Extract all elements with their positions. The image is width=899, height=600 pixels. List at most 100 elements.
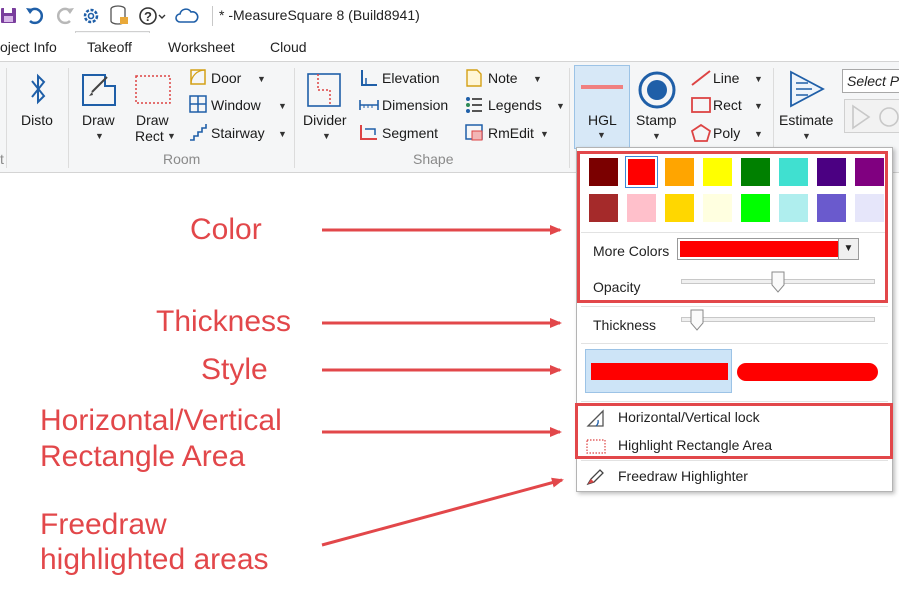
undo-icon[interactable]: [24, 3, 46, 27]
draw-rect-label-2[interactable]: Rect: [135, 128, 164, 144]
cloud-icon[interactable]: [174, 3, 200, 27]
panel-divider: [581, 460, 888, 461]
color-callout-box: [577, 151, 888, 303]
bluetooth-icon[interactable]: [26, 72, 50, 106]
stairway-icon[interactable]: [189, 123, 207, 141]
rmedit-button[interactable]: RmEdit: [488, 125, 534, 141]
panel-divider: [581, 401, 888, 402]
tab-cloud[interactable]: Cloud: [270, 39, 307, 55]
annotation-thickness: Thickness: [156, 305, 292, 338]
arrow-freedraw: [321, 477, 564, 547]
chevron-down-icon[interactable]: ▼: [322, 131, 331, 141]
highlighter-line-icon: [581, 85, 623, 89]
annotation-freedraw-line1: Freedraw: [40, 508, 167, 541]
window-title: * -MeasureSquare 8 (Build8941): [219, 7, 420, 23]
database-icon[interactable]: [108, 3, 130, 27]
window-icon[interactable]: [189, 95, 207, 113]
note-button[interactable]: Note: [488, 70, 518, 86]
annotation-hv-line1: Horizontal/Vertical: [40, 404, 282, 437]
draw-room-icon[interactable]: [80, 72, 118, 108]
legends-button[interactable]: Legends: [488, 97, 542, 113]
tab-project-info[interactable]: oject Info: [0, 39, 57, 55]
group-separator: [68, 68, 69, 168]
door-icon[interactable]: [189, 68, 207, 86]
chevron-down-icon[interactable]: ▼: [278, 101, 287, 111]
stamp-icon[interactable]: [637, 70, 677, 110]
window-button[interactable]: Window: [211, 97, 261, 113]
group-separator: [569, 68, 570, 168]
thickness-slider[interactable]: [681, 317, 875, 322]
rect-button[interactable]: Rect: [713, 97, 742, 113]
group-label-shape: Shape: [413, 151, 454, 167]
rmedit-icon[interactable]: [465, 123, 485, 141]
chevron-down-icon[interactable]: ▼: [95, 131, 104, 141]
segment-button[interactable]: Segment: [382, 125, 438, 141]
help-icon[interactable]: ?: [137, 3, 167, 27]
gear-icon[interactable]: [80, 3, 102, 27]
svg-text:?: ?: [144, 9, 152, 24]
note-icon[interactable]: [465, 69, 483, 87]
quick-access-toolbar: ? * -MeasureSquare 8 (Build8941): [0, 0, 899, 33]
select-dropdown-label: Select Pr: [847, 73, 899, 89]
group-separator: [6, 68, 7, 168]
freedraw-pen-icon: [586, 469, 604, 486]
chevron-down-icon[interactable]: ▼: [597, 130, 606, 140]
draw-rect-icon[interactable]: [134, 74, 172, 106]
divider-icon[interactable]: [306, 72, 342, 108]
chevron-down-icon[interactable]: ▼: [167, 131, 176, 141]
poly-button[interactable]: Poly: [713, 125, 740, 141]
chevron-down-icon[interactable]: ▼: [802, 131, 811, 141]
play-icon[interactable]: [845, 100, 899, 134]
line-icon[interactable]: [690, 69, 712, 87]
estimate-button[interactable]: Estimate: [779, 112, 833, 128]
elevation-icon[interactable]: [359, 69, 379, 87]
stairway-button[interactable]: Stairway: [211, 125, 265, 141]
redo-icon[interactable]: [54, 3, 76, 27]
select-dropdown[interactable]: Select Pr: [842, 69, 899, 93]
dimension-icon[interactable]: [359, 96, 379, 114]
chevron-down-icon[interactable]: ▼: [257, 74, 266, 84]
panel-divider: [581, 306, 888, 307]
chevron-down-icon[interactable]: ▼: [754, 129, 763, 139]
stamp-button[interactable]: Stamp: [636, 112, 676, 128]
hv-rect-callout-box: [575, 403, 893, 459]
thickness-slider-thumb[interactable]: [690, 309, 704, 331]
legends-icon[interactable]: [465, 96, 483, 114]
divider-button[interactable]: Divider: [303, 112, 347, 128]
annotation-hv-line2: Rectangle Area: [40, 440, 246, 473]
style-option-flat[interactable]: [585, 349, 732, 393]
draw-rect-label-1[interactable]: Draw: [136, 112, 169, 128]
tab-worksheet[interactable]: Worksheet: [168, 39, 235, 55]
dimension-button[interactable]: Dimension: [382, 97, 448, 113]
elevation-button[interactable]: Elevation: [382, 70, 440, 86]
panel-divider: [581, 343, 888, 344]
polygon-icon[interactable]: [690, 123, 712, 143]
play-controls[interactable]: [844, 99, 899, 133]
disto-button[interactable]: Disto: [21, 112, 53, 128]
estimate-icon[interactable]: [788, 70, 826, 108]
flat-highlight-style: [591, 363, 728, 380]
chevron-down-icon[interactable]: ▼: [652, 131, 661, 141]
hgl-button[interactable]: HGL ▼: [574, 65, 630, 149]
chevron-down-icon[interactable]: ▼: [754, 74, 763, 84]
segment-icon[interactable]: [359, 123, 379, 141]
rect-icon[interactable]: [690, 96, 712, 114]
line-button[interactable]: Line: [713, 70, 739, 86]
chevron-down-icon[interactable]: ▼: [540, 129, 549, 139]
draw-button[interactable]: Draw: [82, 112, 115, 128]
tab-takeoff[interactable]: Takeoff: [87, 39, 132, 55]
toolbar-separator: [212, 6, 213, 26]
style-option-rounded[interactable]: [737, 349, 881, 393]
annotation-freedraw-line2: highlighted areas: [40, 543, 269, 576]
hgl-label: HGL: [588, 112, 617, 128]
chevron-down-icon[interactable]: ▼: [533, 74, 542, 84]
door-button[interactable]: Door: [211, 70, 241, 86]
group-separator: [294, 68, 295, 168]
chevron-down-icon[interactable]: ▼: [754, 101, 763, 111]
save-icon[interactable]: [0, 3, 18, 27]
chevron-down-icon[interactable]: ▼: [278, 129, 287, 139]
group-label-room: Room: [163, 151, 201, 167]
annotation-color: Color: [190, 213, 262, 246]
freedraw-highlighter-option[interactable]: Freedraw Highlighter: [618, 468, 748, 484]
chevron-down-icon[interactable]: ▼: [556, 101, 565, 111]
